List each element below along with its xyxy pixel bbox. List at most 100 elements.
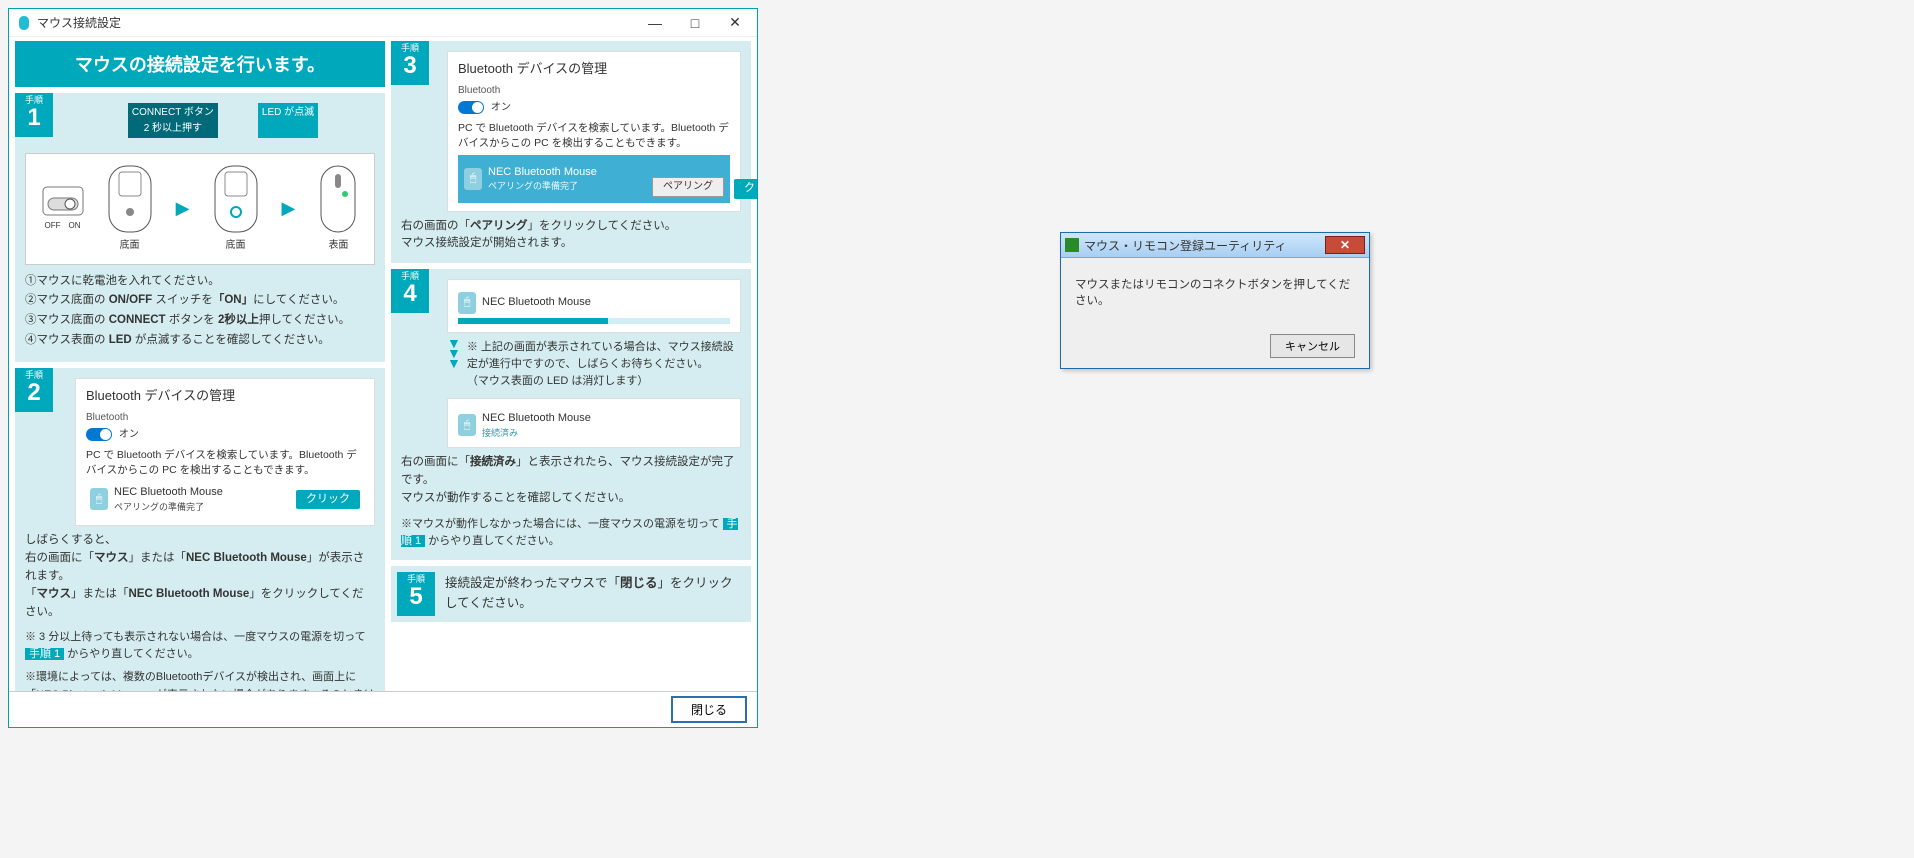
step2-line2: 「マウス」または「NEC Bluetooth Mouse」をクリックしてください…	[25, 586, 375, 622]
click-tag: クリック	[734, 179, 757, 198]
device-status: ペアリングの準備完了	[114, 501, 223, 514]
utility-dialog: マウス・リモコン登録ユーティリティ ✕ マウスまたはリモコンのコネクトボタンを押…	[1060, 232, 1370, 369]
led-tip: LED が点滅	[258, 103, 318, 138]
bt-search-text: PC で Bluetooth デバイスを検索しています。Bluetooth デバ…	[86, 448, 364, 477]
mouse-bottom-2: 底面	[213, 164, 259, 254]
pair-button[interactable]: ペアリング	[652, 177, 724, 197]
window-title: マウス接続設定	[37, 14, 635, 31]
device-name: NEC Bluetooth Mouse	[482, 295, 591, 310]
step4-number: 4	[391, 282, 429, 306]
step3-tab: 手順 3	[391, 41, 429, 85]
step5-tab: 手順 5	[397, 572, 435, 616]
step2-note2: ※環境によっては、複数のBluetoothデバイスが検出され、画面上に「NEC …	[25, 669, 375, 691]
step3-line1: 右の画面の「ペアリング」をクリックしてください。	[401, 218, 741, 236]
right-column: 手順 3 Bluetooth デバイスの管理 Bluetooth オン PC で…	[391, 41, 751, 689]
caption-bottom-1: 底面	[120, 238, 140, 254]
content-area: マウスの接続設定を行います。 手順 1 CONNECT ボタン 2 秒以上押す …	[9, 37, 757, 691]
bt-toggle-row: オン	[458, 100, 730, 115]
click-tag: クリック	[296, 490, 360, 509]
step4-mid2: （マウス表面の LED は消灯します）	[467, 373, 741, 390]
app-icon	[17, 16, 31, 30]
step2-note1: ※ 3 分以上待っても表示されない場合は、一度マウスの電源を切って 手順 1 か…	[25, 629, 375, 663]
maximize-button[interactable]: □	[675, 10, 715, 36]
mouse-bottom-1: 底面	[107, 164, 153, 254]
step4-done-card: 🖱 NEC Bluetooth Mouse 接続済み	[447, 398, 741, 448]
caption-front: 表面	[328, 238, 348, 254]
step1-tips-row: CONNECT ボタン 2 秒以上押す LED が点滅	[25, 103, 375, 147]
bt-toggle-row: オン	[86, 427, 364, 442]
step1-panel: 手順 1 CONNECT ボタン 2 秒以上押す LED が点滅	[15, 93, 385, 362]
close-button[interactable]: 閉じる	[671, 696, 747, 723]
device-name: NEC Bluetooth Mouse	[482, 411, 591, 426]
step3-text: 右の画面の「ペアリング」をクリックしてください。 マウス接続設定が開始されます。	[401, 218, 741, 254]
left-column: マウスの接続設定を行います。 手順 1 CONNECT ボタン 2 秒以上押す …	[15, 41, 385, 689]
device-row-selected: 🖱 NEC Bluetooth Mouse ペアリングの準備完了 ペアリング	[458, 155, 730, 203]
dialog-title: マウス・リモコン登録ユーティリティ	[1084, 237, 1287, 254]
step2-bt-panel: Bluetooth デバイスの管理 Bluetooth オン PC で Blue…	[75, 378, 375, 527]
step5-panel: 手順 5 接続設定が終わったマウスで「閉じる」をクリックしてください。	[391, 566, 751, 622]
titlebar: マウス接続設定 — □ ✕	[9, 9, 757, 37]
connect-tip: CONNECT ボタン 2 秒以上押す	[128, 103, 218, 138]
step5-text: 接続設定が終わったマウスで「閉じる」をクリックしてください。	[445, 574, 745, 613]
mouse-icon: 🖱	[458, 414, 476, 436]
banner: マウスの接続設定を行います。	[15, 41, 385, 87]
bluetooth-label: Bluetooth	[86, 411, 364, 425]
step4-tab: 手順 4	[391, 269, 429, 313]
switch-off-label: OFF	[45, 220, 61, 232]
step2-line1: 右の画面に「マウス」または「NEC Bluetooth Mouse」が表示されま…	[25, 550, 375, 586]
step1-illustration: OFF ON 底面 ▶	[25, 153, 375, 265]
step4-fin2: マウスが動作することを確認してください。	[401, 490, 741, 508]
device-row: 🖱 NEC Bluetooth Mouse ペアリングの準備完了 クリック	[86, 481, 364, 517]
connect-tip-text: CONNECT ボタン 2 秒以上押す	[132, 107, 214, 134]
bt-search-text: PC で Bluetooth デバイスを検索しています。Bluetooth デバ…	[458, 121, 730, 150]
step1-number: 1	[15, 106, 53, 130]
step1-line2: ②マウス底面の ON/OFF スイッチを「ON」にしてください。	[25, 292, 375, 310]
step3-line2: マウス接続設定が開始されます。	[401, 235, 741, 253]
minimize-button[interactable]: —	[635, 10, 675, 36]
device-name: NEC Bluetooth Mouse	[114, 485, 223, 500]
bt-manage-title: Bluetooth デバイスの管理	[86, 387, 364, 405]
switch-on-label: ON	[69, 220, 81, 232]
step2-panel: 手順 2 Bluetooth デバイスの管理 Bluetooth オン PC で…	[15, 368, 385, 691]
bluetooth-label: Bluetooth	[458, 84, 730, 98]
step5-number: 5	[397, 585, 435, 609]
footer: 閉じる	[9, 691, 757, 727]
bt-manage-title: Bluetooth デバイスの管理	[458, 60, 730, 78]
bt-on-label: オン	[491, 102, 511, 113]
step2-wait: しばらくすると、	[25, 532, 375, 550]
step4-progress-card: 🖱 NEC Bluetooth Mouse	[447, 279, 741, 333]
progress-bar	[458, 318, 730, 324]
dialog-titlebar: マウス・リモコン登録ユーティリティ ✕	[1061, 233, 1369, 258]
step4-note: ※マウスが動作しなかった場合には、一度マウスの電源を切って 手順 1 からやり直…	[401, 516, 741, 550]
step3-panel: 手順 3 Bluetooth デバイスの管理 Bluetooth オン PC で…	[391, 41, 751, 263]
mouse-front: 表面	[318, 164, 358, 254]
step1-line3: ③マウス底面の CONNECT ボタンを 2秒以上押してください。	[25, 312, 375, 330]
step4-mid1: ※ 上記の画面が表示されている場合は、マウス接続設定が進行中ですので、しばらくお…	[467, 339, 741, 373]
device-status: ペアリングの準備完了	[488, 180, 597, 193]
mouse-icon: 🖱	[458, 292, 476, 314]
step3-number: 3	[391, 54, 429, 78]
bt-on-label: オン	[119, 429, 139, 440]
step4-text: 右の画面に「接続済み」と表示されたら、マウス接続設定が完了です。 マウスが動作す…	[401, 454, 741, 550]
device-row: 🖱 NEC Bluetooth Mouse 接続済み	[458, 411, 730, 439]
device-name: NEC Bluetooth Mouse	[488, 165, 597, 180]
step3-bt-panel: Bluetooth デバイスの管理 Bluetooth オン PC で Blue…	[447, 51, 741, 212]
dialog-close-button[interactable]: ✕	[1325, 236, 1365, 254]
step1-line4: ④マウス表面の LED が点滅することを確認してください。	[25, 332, 375, 350]
device-row: 🖱 NEC Bluetooth Mouse	[458, 292, 730, 314]
step1-line1: ①マウスに乾電池を入れてください。	[25, 273, 375, 291]
step4-panel: 手順 4 🖱 NEC Bluetooth Mouse ▼▼▼ ※ 上記の画	[391, 269, 751, 560]
step1-ref: 手順 1	[25, 648, 64, 660]
dialog-app-icon	[1065, 238, 1079, 252]
dialog-body: マウスまたはリモコンのコネクトボタンを押してください。 キャンセル	[1061, 258, 1369, 368]
dialog-message: マウスまたはリモコンのコネクトボタンを押してください。	[1075, 276, 1355, 308]
dialog-cancel-button[interactable]: キャンセル	[1270, 334, 1355, 358]
step1-tab: 手順 1	[15, 93, 53, 137]
close-window-button[interactable]: ✕	[715, 10, 755, 36]
device-status-connected: 接続済み	[482, 427, 591, 440]
mouse-icon: 🖱	[464, 168, 482, 190]
switch-illustration: OFF ON	[42, 186, 84, 232]
mouse-icon: 🖱	[90, 488, 108, 510]
arrow-icon: ▶	[176, 195, 190, 223]
arrow-icon: ▶	[282, 195, 296, 223]
